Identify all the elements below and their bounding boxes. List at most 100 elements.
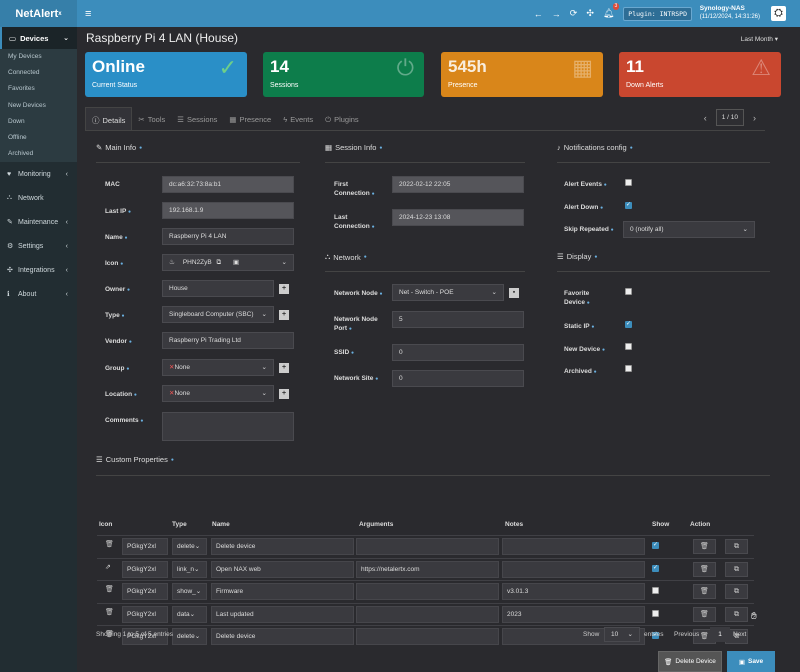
- sidebar-subitem[interactable]: Connected: [0, 65, 77, 82]
- row-show-checkbox[interactable]: [652, 609, 659, 617]
- trash-icon[interactable]: 🗑︎: [105, 585, 114, 593]
- row-delete-button[interactable]: 🗑︎: [693, 584, 716, 600]
- row-duplicate-button[interactable]: ⧉: [725, 606, 748, 622]
- row-show-checkbox[interactable]: [652, 564, 659, 572]
- row-name-field[interactable]: Delete device: [211, 628, 354, 646]
- row-icon-field[interactable]: PGkgY2xl: [122, 605, 168, 623]
- sidebar-subitem[interactable]: New Devices: [0, 97, 77, 114]
- bell-icon[interactable]: 🔔︎ 3: [603, 3, 620, 19]
- row-args-field[interactable]: [356, 583, 499, 601]
- sidebar-subitem[interactable]: Archived: [0, 146, 77, 163]
- page-size-select[interactable]: 10 ⌄: [604, 627, 640, 642]
- row-args-field[interactable]: [356, 538, 499, 555]
- next-device-icon[interactable]: ›: [749, 113, 760, 123]
- network-port-field[interactable]: 5: [392, 311, 524, 328]
- menu-toggle-icon[interactable]: ≡: [85, 8, 91, 20]
- row-icon-field[interactable]: PGkgY2xl: [122, 583, 168, 601]
- sidebar-item-network[interactable]: ⛬ Network: [0, 186, 77, 210]
- location-select[interactable]: ✕None ⌄: [162, 385, 274, 402]
- sidebar-item-integrations[interactable]: ✣ Integrations ‹: [0, 258, 77, 282]
- row-name-field[interactable]: Delete device: [211, 538, 354, 555]
- row-args-field[interactable]: https://netalertx.com: [356, 560, 499, 578]
- alert-events-checkbox[interactable]: [625, 179, 632, 186]
- sidebar-subitem[interactable]: Favorites: [0, 81, 77, 98]
- comments-field[interactable]: [162, 412, 294, 441]
- open-node-button[interactable]: ▪: [509, 288, 519, 298]
- owner-select[interactable]: House: [162, 280, 274, 297]
- icon-field[interactable]: ♨ PHN2ZyB ⧉ ▣ ⌄: [162, 254, 294, 271]
- name-field[interactable]: Raspberry Pi 4 LAN: [162, 228, 294, 245]
- row-duplicate-button[interactable]: ⧉: [725, 539, 748, 554]
- sidebar-item-maintenance[interactable]: ✎ Maintenance ‹: [0, 210, 77, 234]
- tab-plugins[interactable]: ⏻ Plugins: [319, 107, 365, 130]
- tab-details[interactable]: ⓘ Details: [85, 107, 133, 130]
- prev-page-button[interactable]: Previous: [674, 631, 699, 638]
- row-duplicate-button[interactable]: ⧉: [725, 561, 748, 577]
- tab-events[interactable]: ϟ Events: [277, 107, 319, 130]
- add-group-button[interactable]: +: [279, 363, 289, 373]
- row-args-field[interactable]: [356, 628, 499, 646]
- row-duplicate-button[interactable]: ⧉: [725, 584, 748, 600]
- sidebar-item-about[interactable]: ℹ About ‹: [0, 282, 77, 306]
- next-page-button[interactable]: Next: [733, 631, 746, 638]
- row-type-select[interactable]: link_n⌄: [172, 560, 207, 578]
- row-type-select[interactable]: delete⌄: [172, 538, 207, 555]
- type-select[interactable]: Singleboard Computer (SBC) ⌄: [162, 306, 274, 323]
- vendor-field[interactable]: Raspberry Pi Trading Ltd: [162, 332, 294, 349]
- row-type-select[interactable]: data⌄: [172, 605, 207, 623]
- app-logo[interactable]: NetAlert x: [0, 0, 77, 27]
- external-link-icon[interactable]: ⇗: [105, 563, 111, 571]
- network-site-field[interactable]: 0: [392, 370, 524, 387]
- period-select[interactable]: Last Month ▾: [741, 35, 778, 43]
- ssid-field[interactable]: 0: [392, 344, 524, 361]
- plugin-status[interactable]: Plugin: INTRSPD: [623, 6, 692, 21]
- back-arrow-icon[interactable]: ←: [534, 9, 543, 19]
- row-delete-button[interactable]: 🗑︎: [693, 606, 716, 622]
- row-name-field[interactable]: Firmware: [211, 583, 354, 601]
- add-location-button[interactable]: +: [279, 389, 289, 399]
- alert-down-checkbox[interactable]: [625, 201, 632, 209]
- user-avatar[interactable]: ⛭: [771, 6, 786, 21]
- favorite-checkbox[interactable]: [625, 288, 632, 295]
- new-device-checkbox[interactable]: [625, 343, 632, 350]
- sidebar-item-settings[interactable]: ⚙ Settings ‹: [0, 234, 77, 258]
- add-owner-button[interactable]: +: [279, 284, 289, 294]
- trash-icon[interactable]: 🗑︎: [105, 540, 114, 548]
- row-notes-field[interactable]: [502, 560, 645, 578]
- current-page[interactable]: 1: [710, 627, 730, 642]
- row-icon-field[interactable]: PGkgY2xl: [122, 560, 168, 578]
- forward-arrow-icon[interactable]: →: [552, 9, 561, 19]
- row-notes-field[interactable]: 2023: [502, 605, 645, 623]
- sidebar-item-devices[interactable]: ▭ Devices ⌄: [0, 27, 77, 49]
- row-delete-button[interactable]: 🗑︎: [693, 561, 716, 577]
- tab-sessions[interactable]: ☰ Sessions: [171, 107, 223, 130]
- group-select[interactable]: ✕None ⌄: [162, 359, 274, 376]
- delete-device-button[interactable]: 🗑︎ Delete Device: [658, 651, 722, 672]
- row-notes-field[interactable]: v3.01.3: [502, 583, 645, 601]
- sidebar-subitem[interactable]: My Devices: [0, 49, 77, 66]
- archived-checkbox[interactable]: [625, 365, 632, 372]
- sidebar-subitem[interactable]: Offline: [0, 129, 77, 147]
- row-notes-field[interactable]: [502, 538, 645, 555]
- row-type-select[interactable]: show_⌄: [172, 583, 207, 601]
- refresh-icon[interactable]: ⟳: [570, 8, 578, 19]
- skip-repeated-select[interactable]: 0 (notify all) ⌄: [623, 221, 755, 238]
- prev-device-icon[interactable]: ‹: [700, 113, 711, 123]
- row-delete-button[interactable]: 🗑︎: [693, 539, 716, 554]
- row-name-field[interactable]: Last updated: [211, 605, 354, 623]
- static-ip-checkbox[interactable]: [625, 320, 632, 328]
- tab-tools[interactable]: ✂ Tools: [132, 107, 171, 130]
- network-icon[interactable]: ✣: [586, 8, 594, 19]
- sidebar-subitem[interactable]: Down: [0, 113, 77, 130]
- row-icon-field[interactable]: PGkgY2xl: [122, 538, 168, 555]
- row-args-field[interactable]: [356, 605, 499, 623]
- row-type-select[interactable]: delete⌄: [172, 628, 207, 646]
- network-node-select[interactable]: Net - Switch - POE ⌄: [392, 284, 504, 301]
- row-show-checkbox[interactable]: [652, 587, 659, 595]
- trash-icon[interactable]: 🗑︎: [105, 608, 114, 616]
- row-show-checkbox[interactable]: [652, 541, 659, 549]
- row-name-field[interactable]: Open NAX web: [211, 560, 354, 578]
- tab-presence[interactable]: ▦ Presence: [223, 107, 277, 130]
- save-button[interactable]: ▣ Save: [727, 651, 775, 672]
- add-type-button[interactable]: +: [279, 310, 289, 320]
